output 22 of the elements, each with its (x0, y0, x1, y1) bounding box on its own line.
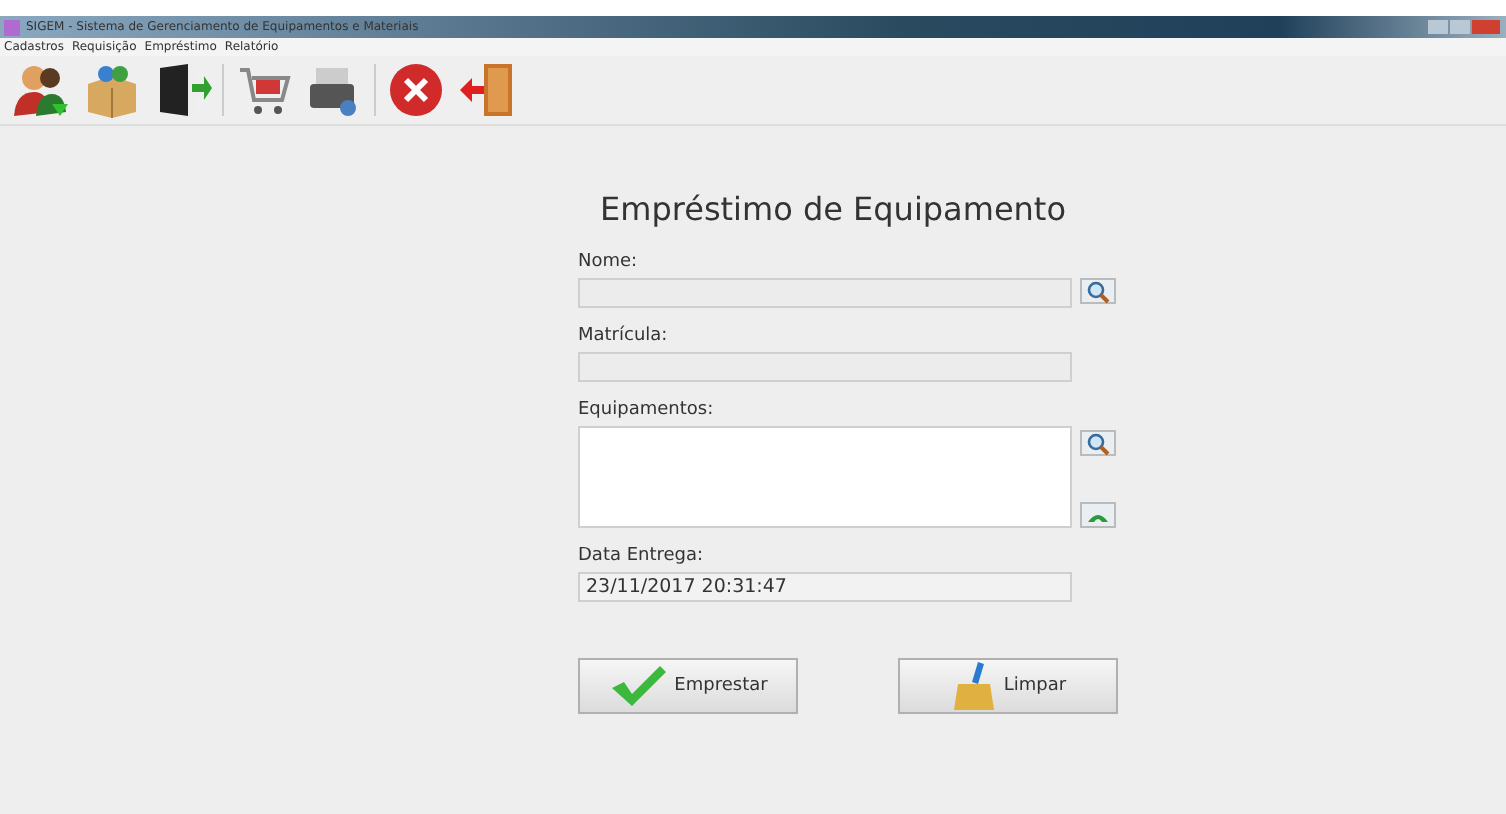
field-label: Data Entrega: (578, 546, 706, 566)
action-button[interactable]: Limpar (898, 658, 1118, 714)
search-button[interactable] (1080, 278, 1116, 304)
field-label: Matrícula: (578, 326, 670, 346)
search-button[interactable] (1080, 430, 1116, 456)
box-icon[interactable] (82, 60, 142, 120)
user-icon[interactable] (12, 60, 72, 120)
broom-icon (949, 660, 998, 712)
input-field[interactable]: 23/11/2017 20:31:47 (578, 572, 1072, 602)
action-button[interactable]: Emprestar (578, 658, 798, 714)
input-field[interactable] (578, 352, 1072, 382)
search-icon (1086, 279, 1110, 303)
field-label: Equipamentos: (578, 400, 716, 420)
exit-door-icon[interactable] (456, 60, 516, 120)
checkmark-icon (608, 664, 669, 708)
input-field[interactable] (578, 278, 1072, 308)
field-label: Nome: (578, 252, 640, 272)
form-title: Empréstimo de Equipamento (598, 190, 1068, 228)
close-icon[interactable] (386, 60, 446, 120)
search-icon (1086, 431, 1110, 455)
app-icon (4, 19, 20, 35)
undo-button[interactable] (1080, 502, 1116, 528)
